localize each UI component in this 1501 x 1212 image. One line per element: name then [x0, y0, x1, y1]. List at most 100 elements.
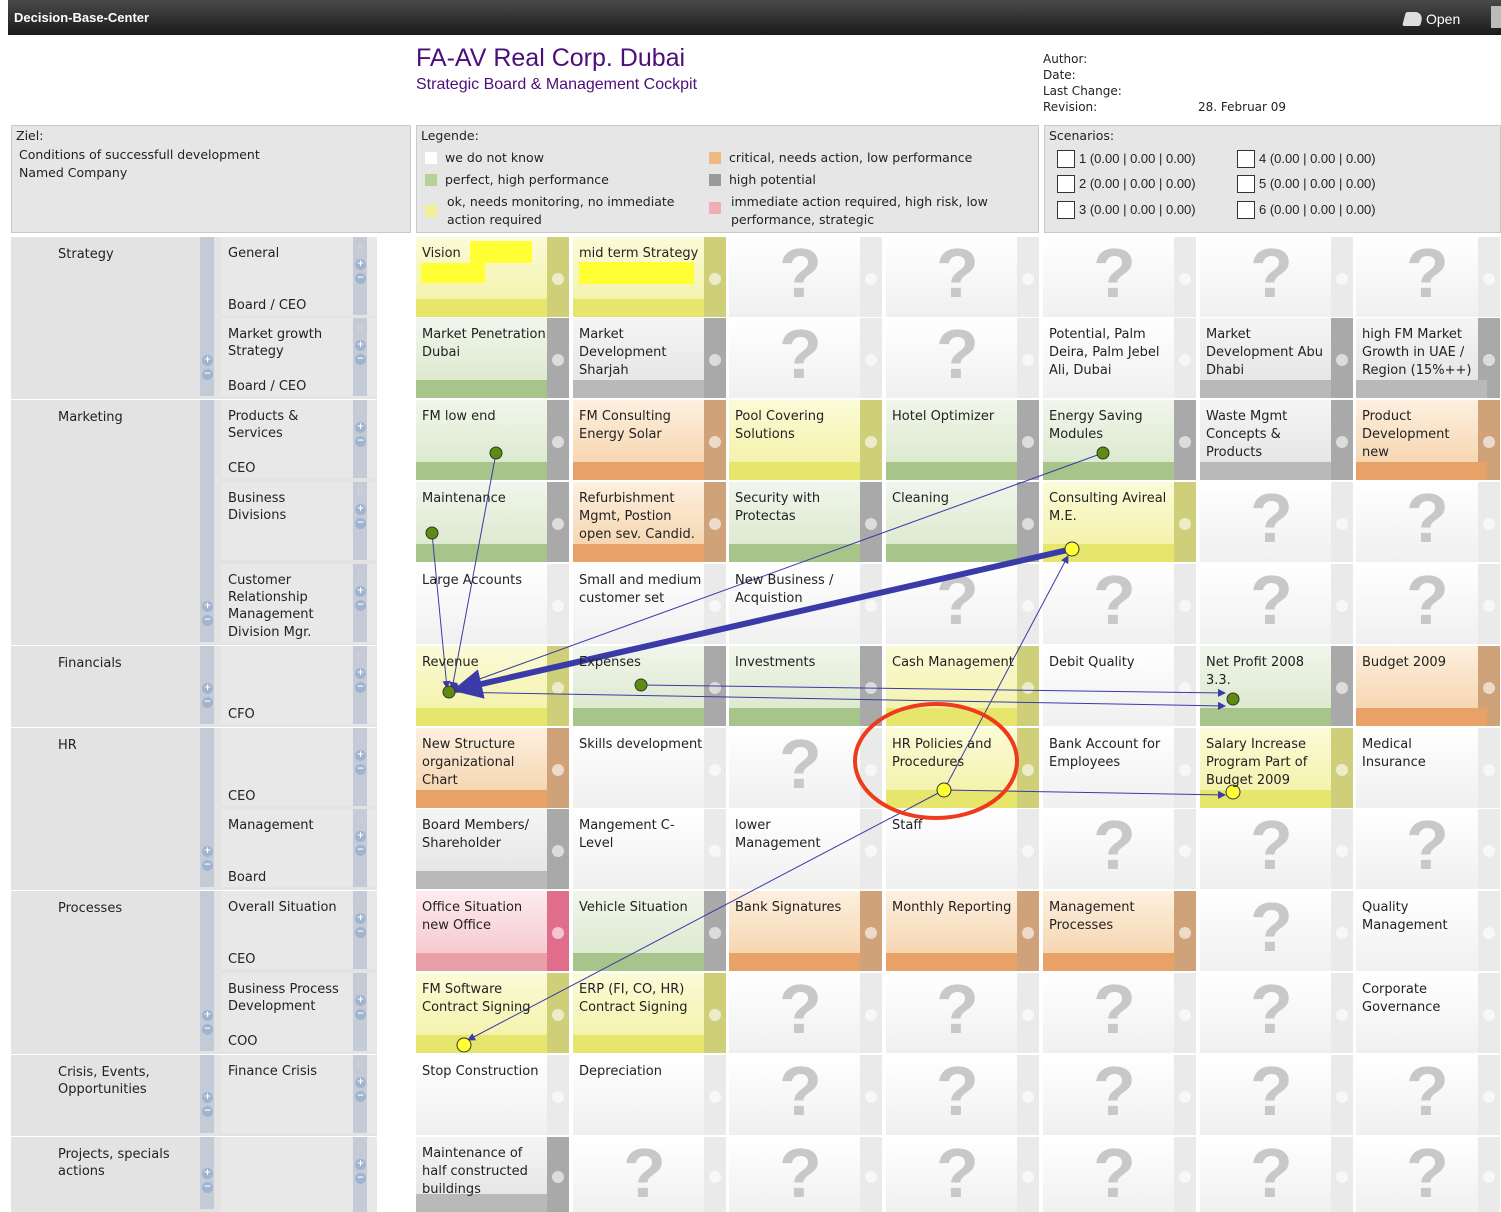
cell-label: Budget 2009: [1362, 655, 1446, 670]
sub-zone: CEO G + −: [221, 728, 377, 806]
cell-label: Market Development Abu Dhabi: [1206, 327, 1324, 378]
sub-zone-owner: Board / CEO: [228, 379, 307, 394]
cell-label: Expenses: [579, 655, 641, 670]
cell-label: HR Policies and Procedures: [892, 737, 992, 770]
minus-icon[interactable]: −: [355, 354, 366, 365]
sub-zone-letter: J: [357, 979, 360, 989]
minus-icon[interactable]: −: [355, 845, 366, 856]
cell-label: Pool Covering Solutions: [735, 409, 825, 442]
node-marker: [634, 678, 648, 692]
minus-icon[interactable]: −: [355, 764, 366, 775]
minus-icon[interactable]: −: [355, 1009, 366, 1020]
plus-icon[interactable]: +: [355, 913, 366, 924]
cell-label: Hotel Optimizer: [892, 409, 995, 424]
minus-icon[interactable]: −: [355, 1173, 366, 1184]
minus-icon[interactable]: −: [355, 436, 366, 447]
cell-label: Staff: [892, 818, 923, 833]
cell-label: high FM Market Growth in UAE / Region (1…: [1362, 327, 1472, 378]
sub-zone-controls[interactable]: + −: [355, 831, 369, 859]
sub-zone-controls[interactable]: + −: [355, 1077, 369, 1105]
node-marker: [1096, 446, 1110, 460]
cell-label: Consulting Avireal M.E.: [1049, 491, 1167, 524]
plus-icon[interactable]: +: [355, 1159, 366, 1170]
cell-label: Board Members/ Shareholder: [422, 818, 529, 851]
plus-icon[interactable]: +: [355, 586, 366, 597]
cell-label: New Structure organizational Chart: [422, 737, 515, 788]
node-marker: [456, 1037, 472, 1053]
cell-label: Waste Mgmt Concepts & Products: [1206, 409, 1288, 460]
sub-zone-title[interactable]: Business Divisions: [228, 490, 346, 524]
cell-label: Revenue: [422, 655, 479, 670]
cell-label: Market Development Sharjah: [579, 327, 667, 378]
plus-icon[interactable]: +: [355, 340, 366, 351]
minus-icon[interactable]: −: [355, 927, 366, 938]
sub-zone-owner: CEO: [228, 952, 256, 967]
sub-zone-controls[interactable]: + −: [355, 340, 369, 368]
sub-zone: General Board / CEO A + −: [221, 237, 377, 315]
minus-icon[interactable]: −: [355, 518, 366, 529]
node-marker: [442, 685, 456, 699]
sub-zone-controls[interactable]: + −: [355, 586, 369, 614]
cell-label: FM Software Contract Signing: [422, 982, 531, 1015]
cell-label: Bank Account for Employees: [1049, 737, 1161, 770]
sub-zone-title[interactable]: General: [228, 245, 346, 262]
sub-zone-owner: COO: [228, 1034, 258, 1049]
cell-label: Product Development new: [1362, 409, 1450, 460]
sub-zone-title[interactable]: Market growth Strategy: [228, 326, 346, 360]
minus-icon[interactable]: −: [355, 1091, 366, 1102]
cell-label: lower Management: [735, 818, 821, 851]
sub-zone-controls[interactable]: + −: [355, 995, 369, 1023]
plus-icon[interactable]: +: [355, 995, 366, 1006]
sub-zone-letter: F: [357, 652, 363, 662]
minus-icon[interactable]: −: [355, 682, 366, 693]
sub-zone-controls[interactable]: + −: [355, 259, 369, 287]
cell-label: Vision: [422, 246, 461, 261]
cell-label: Net Profit 2008 3.3.: [1206, 655, 1305, 688]
sub-zone-controls[interactable]: + −: [355, 750, 369, 778]
cell-label: Mangement C-Level: [579, 818, 675, 851]
cell-label: Debit Quality: [1049, 655, 1135, 670]
minus-icon[interactable]: −: [355, 273, 366, 284]
sub-zone-controls[interactable]: + −: [355, 1159, 369, 1187]
cell-label: Stop Construction: [422, 1064, 539, 1079]
sub-zone-controls[interactable]: + −: [355, 913, 369, 941]
sub-zone-title[interactable]: Finance Crisis: [228, 1063, 346, 1080]
plus-icon[interactable]: +: [355, 259, 366, 270]
cell-label: Office Situation new Office: [422, 900, 523, 933]
sub-zone-owner: Board: [228, 870, 267, 885]
sub-zone-letter: G: [357, 734, 364, 744]
sub-zone-controls[interactable]: + −: [355, 668, 369, 696]
plus-icon[interactable]: +: [355, 1077, 366, 1088]
sub-zone-controls[interactable]: + −: [355, 504, 369, 532]
sub-zone-letter: K: [357, 1061, 363, 1071]
sub-zone-title[interactable]: Management: [228, 817, 346, 834]
sub-zone: Business Process Development COO J + −: [221, 973, 377, 1051]
sub-zone-title[interactable]: Overall Situation: [228, 899, 346, 916]
cell-label: Quality Management: [1362, 900, 1448, 933]
plus-icon[interactable]: +: [355, 750, 366, 761]
plus-icon[interactable]: +: [355, 668, 366, 679]
sub-zone-controls[interactable]: + −: [355, 422, 369, 450]
minus-icon[interactable]: −: [355, 600, 366, 611]
sub-zone-title[interactable]: Products & Services: [228, 408, 346, 442]
sub-zone-owner: CFO: [228, 707, 255, 722]
plus-icon[interactable]: +: [355, 422, 366, 433]
cell-label: Maintenance of half constructed building…: [422, 1146, 528, 1197]
cell-label: mid term Strategy: [579, 246, 699, 261]
sub-zone: Overall Situation CEO I + −: [221, 891, 377, 969]
sub-zone: L + −: [221, 1137, 377, 1212]
cell-label: Small and medium customer set: [579, 573, 702, 606]
cell-label: FM Consulting Energy Solar: [579, 409, 671, 442]
sub-zone-title[interactable]: Customer Relationship Management: [228, 572, 346, 623]
plus-icon[interactable]: +: [355, 831, 366, 842]
sub-zone-title[interactable]: Business Process Development: [228, 981, 346, 1015]
cell-label: Large Accounts: [422, 573, 522, 588]
sub-zone-owner: Board / CEO: [228, 298, 307, 313]
sub-zone-letter: E: [357, 570, 363, 580]
cell-label: Investments: [735, 655, 816, 670]
link-arrow: [640, 684, 1226, 697]
sub-zone-letter: A: [357, 243, 364, 253]
cell-label: Refurbishment Mgmt, Postion open sev. Ca…: [579, 491, 695, 542]
plus-icon[interactable]: +: [355, 504, 366, 515]
cell-label: New Business / Acquistion: [735, 573, 834, 606]
